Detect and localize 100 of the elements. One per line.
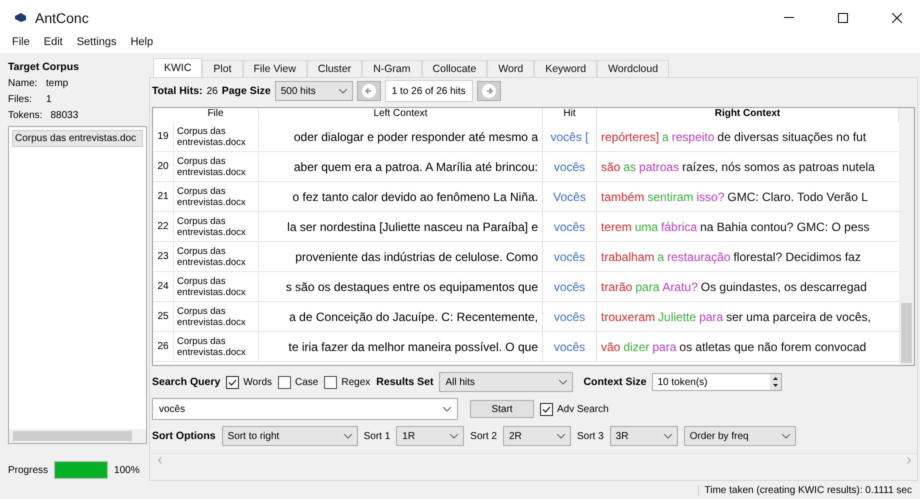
right-context-cell: trouxeram Juliette para ser uma parceira de vocês, [597,302,899,332]
tab[interactable]: N-Gram [362,60,422,77]
row-number: 19 [153,122,173,152]
menu-item[interactable]: Help [130,36,154,48]
right-context-cell: trabalham a restauração florestal? Decidimos faz [597,242,899,272]
left-context-cell: a de Conceição do Jacuípe. C: Recentemente, [259,302,543,332]
tab[interactable]: KWIC [153,58,202,77]
chevron-down-icon [443,406,451,412]
menu-item[interactable]: Edit [44,36,63,48]
sort-label: Sort 1 [364,430,390,442]
left-context-cell: proveniente das indústrias de celulose. Como [259,242,543,272]
order-dropdown[interactable]: Order by freq [684,426,796,446]
tab[interactable]: File View [242,60,307,77]
search-query-label: Search Query [152,376,220,388]
context-size-label: Context Size [583,376,646,388]
sort-dropdown[interactable]: 2R [502,426,571,446]
scroll-left-icon[interactable] [158,457,162,464]
total-hits-label: Total Hits: [152,85,203,97]
checkbox[interactable] [324,376,338,388]
start-button[interactable]: Start [470,400,534,418]
results-set-label: Results Set [376,376,434,388]
window-title: AntConc [35,10,90,26]
row-number: 26 [153,332,173,362]
sort-label: Sort 3 [576,430,604,442]
file-cell: Corpus das entrevistas.docx [173,302,259,332]
page-size-dropdown[interactable]: 500 hits [274,81,353,101]
total-hits-value: 26 [206,86,218,96]
hit-cell: vocês [543,152,597,182]
tab[interactable]: Wordcloud [597,60,670,77]
column-header[interactable]: File [173,108,259,122]
field-label: Name: [8,78,38,89]
previous-page-button[interactable] [356,81,381,101]
file-cell: Corpus das entrevistas.docx [173,122,259,152]
hit-cell: vocês [543,302,597,332]
chevron-down-icon [782,434,790,438]
next-page-button[interactable] [476,81,501,101]
vertical-scrollbar[interactable] [899,108,914,365]
tab[interactable]: Word [487,60,534,77]
sort-dropdown[interactable]: 3R [610,426,678,446]
hit-cell: vocês [543,272,597,302]
file-cell: Corpus das entrevistas.docx [173,272,259,302]
hit-cell: vocês [543,212,597,242]
row-number: 20 [153,152,173,182]
checkbox-label: Case [295,376,318,388]
minimize-icon [784,17,794,18]
left-context-cell: aber quem era a patroa. A Marília até brincou: [259,152,543,182]
progress-label: Progress [8,464,48,476]
chevron-down-icon [559,380,568,384]
right-context-cell: terem uma fábrica na Bahia contou? GMC: O pess [597,212,899,242]
menu-item[interactable]: Settings [76,36,116,48]
progress-bar [54,461,108,479]
horizontal-scrollbar[interactable] [9,429,146,443]
sort-dropdown[interactable]: 1R [396,426,464,446]
right-context-cell: também sentiram isso? GMC: Claro. Todo Verão L [597,182,899,212]
column-header[interactable]: Hit [543,108,597,122]
tab[interactable]: Keyword [534,60,598,77]
search-query-field[interactable]: vocês [152,398,458,420]
field-label: Tokens: [8,110,42,121]
field-label: Files: [8,94,33,105]
context-size-spinner[interactable]: 10 token(s) [652,373,782,391]
results-set-dropdown[interactable]: All hits [439,372,574,392]
check-icon [542,406,551,412]
chevron-down-icon [344,434,352,438]
right-context-cell: trarão para Aratu? Os guindastes, os descarregad [597,272,899,302]
right-context-cell: são as patroas raízes, nós somos as patroas nutela [597,152,899,182]
row-number: 21 [153,182,173,212]
field-value: 88033 [50,110,78,121]
checkbox-label: Adv Search [557,404,609,414]
sort-mode-dropdown[interactable]: Sort to right [222,426,358,446]
checkbox[interactable] [226,376,240,388]
page-range-field: 1 to 26 of 26 hits [384,80,473,102]
tab[interactable]: Cluster [306,60,362,77]
chevron-down-icon [556,434,565,438]
hit-cell: vocês [543,332,597,362]
app-logo-icon [14,12,27,23]
menu-item[interactable]: File [12,36,30,48]
tab[interactable]: Plot [202,60,243,77]
chevron-down-icon [664,434,672,438]
check-icon [228,378,238,386]
scroll-right-icon[interactable] [907,457,911,464]
close-icon [892,12,902,22]
checkbox-label: Words [243,376,272,388]
row-number: 22 [153,212,173,242]
left-context-cell: te iria fazer da melhor maneira possível. O que [259,332,543,362]
checkbox[interactable] [540,402,553,416]
row-number: 23 [153,242,173,272]
field-value: temp [46,78,68,89]
chevron-down-icon [338,88,347,94]
row-number: 24 [153,272,173,302]
file-list-item[interactable]: Corpus das entrevistas.doc [12,130,143,147]
checkbox[interactable] [278,376,292,388]
field-value: 1 [46,94,52,105]
page-size-label: Page Size [222,85,271,97]
file-cell: Corpus das entrevistas.docx [173,152,259,182]
status-text: Time taken (creating KWIC results): 0.1111 sec [698,484,912,496]
tab[interactable]: Collocate [422,60,488,77]
column-header[interactable]: Left Context [259,108,543,122]
left-context-cell: la ser nordestina [Juliette nasceu na Paraíba] e [259,212,543,242]
file-cell: Corpus das entrevistas.docx [173,182,259,212]
row-number: 25 [153,302,173,332]
